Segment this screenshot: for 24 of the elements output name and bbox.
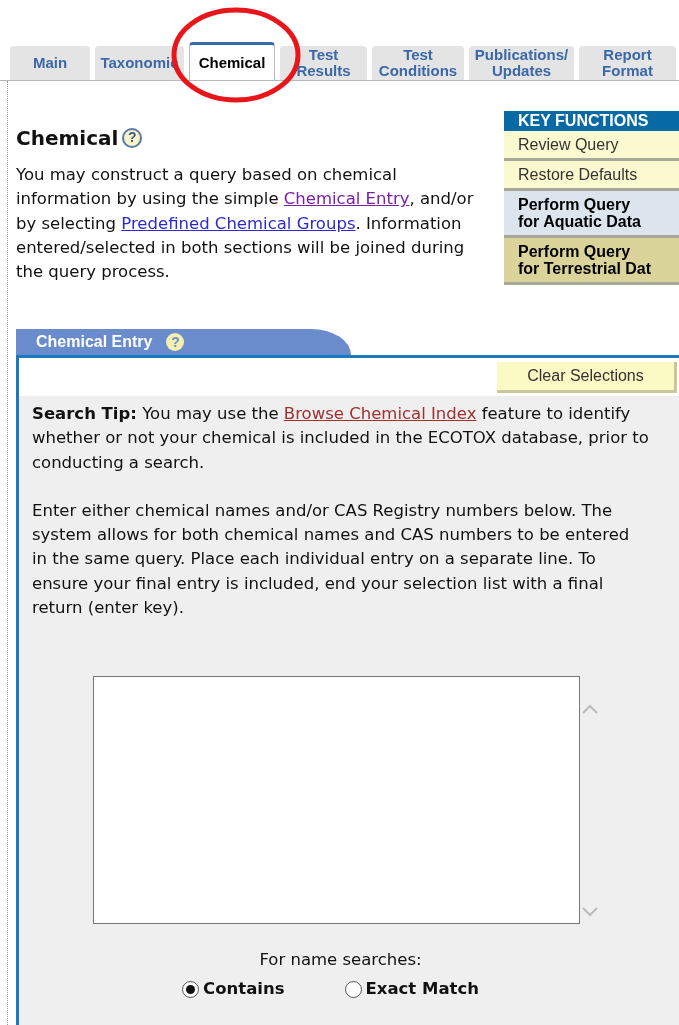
nav-tab[interactable]: Main [10,46,90,80]
section-tab-title: Chemical Entry [36,332,153,352]
key-functions-header: KEY FUNCTIONS [504,111,679,131]
nav-tab[interactable]: Test Results [280,46,367,80]
name-search-label: For name searches: [259,950,422,970]
key-function-button[interactable]: Perform Query for Terrestrial Dat [504,238,679,285]
key-function-button[interactable]: Review Query [504,131,679,161]
instructions-text: Enter either chemical names and/or CAS Registry numbers below. The system allows for both chemical names and CAS numbers to be entered in the same query. Place each individual entry on a separate line. To ensure your final entry is included, end your selection list with a final return (enter key). [32,499,631,620]
text-link[interactable]: Browse Chemical Index [283,404,477,423]
key-function-button[interactable]: Perform Query for Aquatic Data [504,191,679,238]
radio-label[interactable]: Contains [203,976,285,1002]
nav-tab[interactable]: Publications/ Updates [469,46,574,80]
nav-tab[interactable]: Test Conditions [372,46,464,80]
nav-tab[interactable]: Report Format [579,46,676,80]
page-heading: Chemical [16,126,119,150]
clear-selections-button[interactable]: Clear Selections [497,362,677,393]
nav-tab[interactable]: Chemical [189,42,275,80]
text-link[interactable]: Predefined Chemical Groups [121,213,356,233]
intro-text: You may construct a query based on chemical information by using the simple Chemical Entry, and/or by selecting Predefined Chemical Groups. Information entered/selected in both sections will be joined during the query process. [16,164,475,284]
text-link[interactable]: Chemical Entry [283,189,410,209]
search-tip-text: Search Tip: You may use the Browse Chemical Index feature to identify whether or not your chemical is included in the ECOTOX database, prior to conducting a search. [32,403,649,474]
help-icon[interactable]: ? [122,127,143,148]
key-function-button[interactable]: Restore Defaults [504,161,679,191]
radio-label[interactable]: Exact Match [365,976,479,1002]
